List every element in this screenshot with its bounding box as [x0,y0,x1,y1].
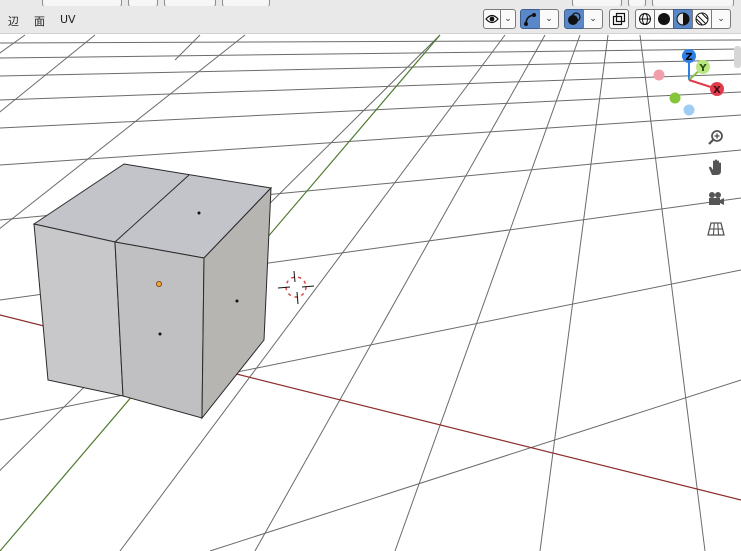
chevron-down-icon: ⌄ [504,13,512,24]
gizmo-icon [524,13,536,26]
menu-uv[interactable]: UV [60,13,76,26]
xray-toggle-button[interactable] [609,9,629,29]
shading-dropdown[interactable]: ⌄ [711,9,731,29]
rendered-shading-button[interactable] [692,9,712,29]
hand-icon[interactable] [706,158,726,178]
gizmo-toggle-button[interactable] [520,9,540,29]
overlay-toggle-button[interactable] [564,9,584,29]
material-shading-button[interactable] [673,9,693,29]
cube-left-face[interactable] [33,223,124,397]
menu-face[interactable]: 面 [34,13,45,29]
cube-mesh[interactable] [32,163,273,420]
gizmo-z-label: Z [685,52,692,63]
gizmo-x-label: X [713,85,721,96]
visibility-dropdown[interactable]: ⌄ [500,9,516,29]
overlay-icon [568,12,581,25]
3d-viewport[interactable]: Z Y X [0,0,741,551]
face-dot[interactable] [197,211,201,215]
wireframe-shading-button[interactable] [635,9,655,29]
gizmo-y-label: Y [698,63,707,74]
zoom-icon[interactable] [706,128,726,148]
chevron-down-icon: ⌄ [545,13,553,24]
xray-icon [612,12,626,26]
camera-icon[interactable] [706,189,726,209]
viewport-header: 辺 面 UV ⌄ ⌄ ⌄ ⌄ [0,6,741,34]
gizmo-neg-y[interactable] [669,92,681,104]
face-dot[interactable] [235,299,239,303]
gizmo-neg-z[interactable] [683,104,695,116]
gizmo-dropdown[interactable]: ⌄ [539,9,559,29]
rendered-shading-icon [695,12,709,26]
material-shading-icon [676,12,690,26]
menu-edge[interactable]: 辺 [8,13,19,29]
grid-perspective-icon[interactable] [706,219,726,239]
cube-front-face[interactable] [114,241,205,419]
gizmo-neg-x[interactable] [653,69,665,81]
visibility-button[interactable] [483,9,501,29]
wireframe-shading-icon [639,13,651,25]
overlay-dropdown[interactable]: ⌄ [583,9,603,29]
selected-vertex[interactable] [155,280,162,287]
solid-shading-button[interactable] [654,9,674,29]
solid-shading-icon [658,13,670,25]
face-dot[interactable] [158,332,162,336]
chevron-down-icon: ⌄ [589,13,597,24]
navigation-gizmo[interactable]: Z Y X [653,49,725,116]
sidebar-toggle[interactable] [734,46,741,68]
eye-icon [485,14,499,24]
chevron-down-icon: ⌄ [717,13,725,24]
